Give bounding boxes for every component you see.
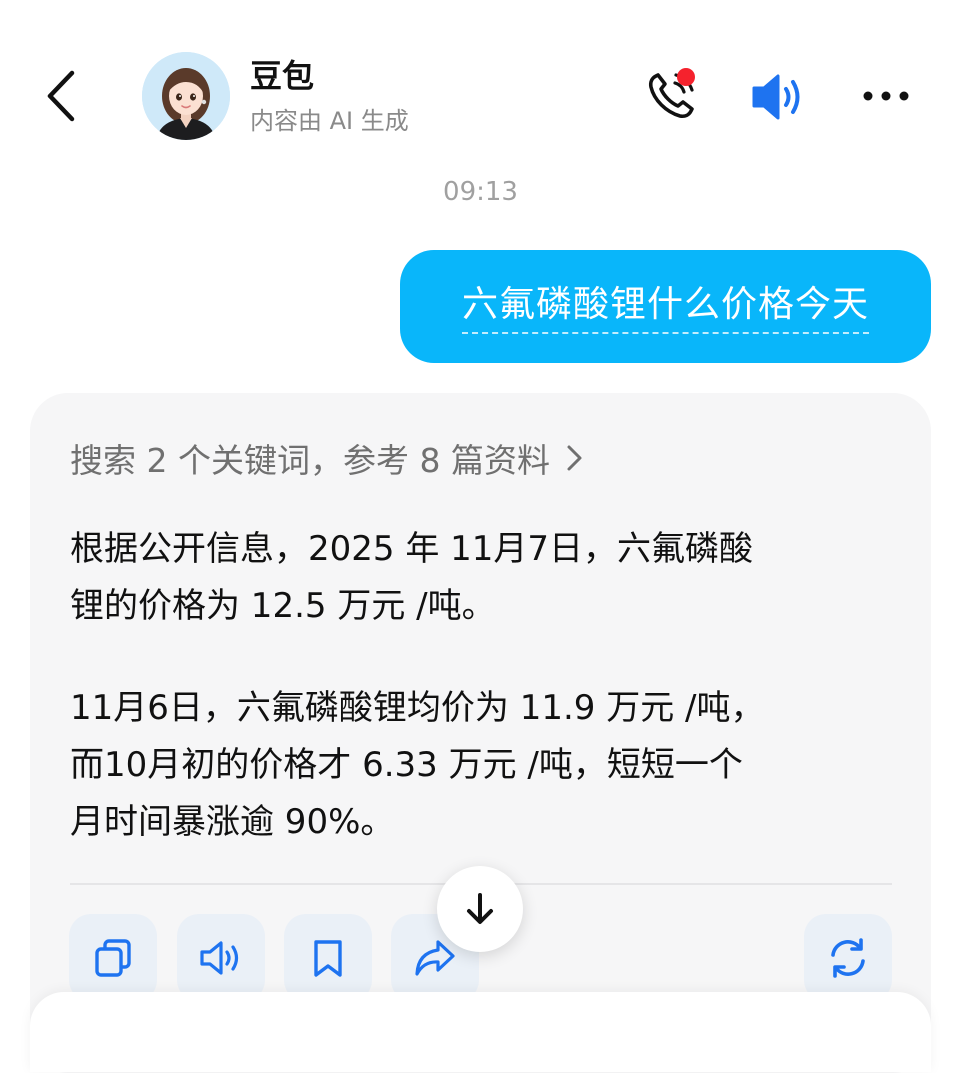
speaker-icon [200,941,239,975]
bookmark-button[interactable] [284,914,372,1002]
ai-response-card: 搜索 2 个关键词，参考 8 篇资料 根据公开信息，2025 年 11月7日，六… [30,393,931,1073]
text-line: 而10月初的价格才 6.33 万元 /吨，短短一个 [70,745,743,785]
user-message-bubble[interactable]: 六氟磷酸锂什么价格今天 [400,250,931,363]
share-icon [415,940,455,976]
search-summary-text: 搜索 2 个关键词，参考 8 篇资料 [70,441,550,480]
text-line: 根据公开信息，2025 年 11月7日，六氟磷酸 [70,529,754,569]
text-line: 11月6日，六氟磷酸锂均价为 11.9 万元 /吨， [70,688,765,728]
chevron-right-icon [567,445,582,471]
back-button[interactable] [36,66,86,126]
ai-disclaimer: 内容由 AI 生成 [250,107,409,135]
bookmark-icon [314,940,342,977]
more-button[interactable] [856,76,916,116]
copy-button[interactable] [69,914,157,1002]
more-icon [863,91,909,101]
text-line: 月时间暴涨逾 90%。 [70,802,395,842]
chevron-left-icon [47,70,75,122]
refresh-icon [831,938,865,978]
avatar-image [142,52,230,140]
voice-toggle-button[interactable] [748,68,810,126]
chat-header: 豆包 内容由 AI 生成 [0,0,961,170]
notification-dot [677,68,695,86]
regenerate-button[interactable] [804,914,892,1002]
bot-name: 豆包 [250,57,315,95]
input-panel [30,992,931,1072]
text-line: 锂的价格为 12.5 万元 /吨。 [70,586,496,626]
message-timestamp: 09:13 [443,177,518,207]
copy-icon [95,939,131,977]
ai-paragraph-1: 根据公开信息，2025 年 11月7日，六氟磷酸 锂的价格为 12.5 万元 /… [70,521,890,635]
scroll-to-bottom-button[interactable] [437,866,523,952]
user-message-text[interactable]: 六氟磷酸锂什么价格今天 [461,280,869,334]
read-aloud-button[interactable] [177,914,265,1002]
arrow-down-icon [467,893,493,924]
search-sources-link[interactable]: 搜索 2 个关键词，参考 8 篇资料 [70,433,584,483]
call-button[interactable] [642,66,702,126]
avatar[interactable] [142,52,230,140]
phone-icon [648,68,695,119]
speaker-icon [752,74,800,120]
ai-paragraph-2: 11月6日，六氟磷酸锂均价为 11.9 万元 /吨， 而10月初的价格才 6.3… [70,680,890,851]
